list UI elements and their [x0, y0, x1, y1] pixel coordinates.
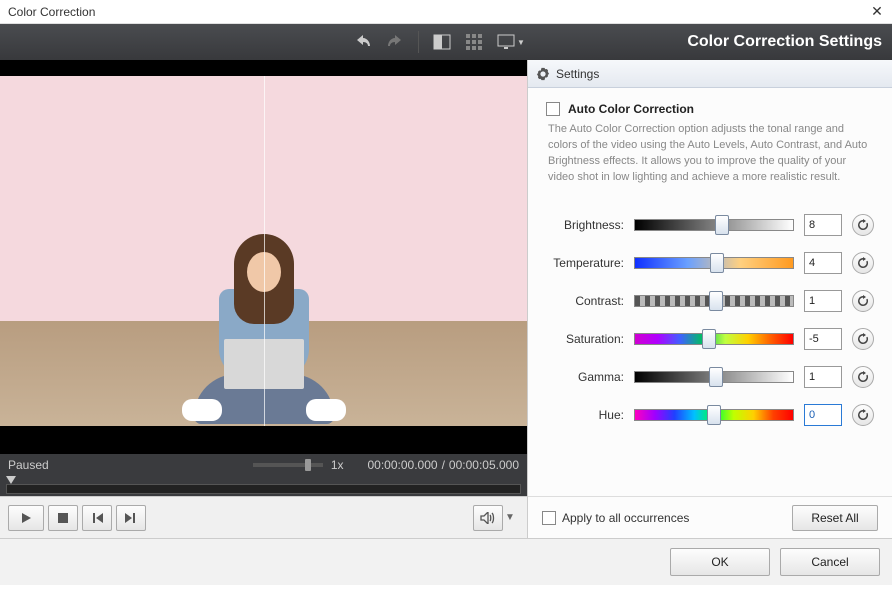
undo-button[interactable] — [350, 29, 376, 55]
gamma-reset-button[interactable] — [852, 366, 874, 388]
window-title: Color Correction — [8, 5, 870, 19]
reset-icon — [857, 371, 869, 383]
apply-all-label: Apply to all occurrences — [562, 511, 689, 525]
speed-value: 1x — [331, 458, 344, 472]
apply-all-checkbox[interactable] — [542, 511, 556, 525]
total-time: 00:00:05.000 — [449, 458, 519, 472]
ok-button[interactable]: OK — [670, 548, 770, 576]
video-frame — [0, 76, 527, 426]
gamma-value[interactable] — [804, 366, 842, 388]
grid-icon — [466, 34, 482, 50]
titlebar: Color Correction ✕ — [0, 0, 892, 24]
close-icon[interactable]: ✕ — [870, 5, 884, 19]
hue-value[interactable] — [804, 404, 842, 426]
prev-icon — [91, 513, 103, 523]
contrast-reset-button[interactable] — [852, 290, 874, 312]
hue-reset-button[interactable] — [852, 404, 874, 426]
saturation-reset-button[interactable] — [852, 328, 874, 350]
hue-slider[interactable] — [634, 409, 794, 421]
slider-row-contrast: Contrast: — [546, 290, 874, 312]
auto-color-checkbox[interactable] — [546, 102, 560, 116]
playback-state: Paused — [8, 458, 49, 472]
grid-button[interactable] — [461, 29, 487, 55]
temperature-label: Temperature: — [546, 256, 624, 270]
next-icon — [125, 513, 137, 523]
play-icon — [20, 512, 32, 524]
redo-icon — [386, 35, 404, 49]
preview-pane: Paused 1x 00:00:00.000 / 00:00:05.000 ▼ — [0, 60, 528, 538]
split-divider[interactable] — [264, 76, 265, 426]
saturation-value[interactable] — [804, 328, 842, 350]
brightness-reset-button[interactable] — [852, 214, 874, 236]
reset-all-button[interactable]: Reset All — [792, 505, 878, 531]
volume-icon — [480, 512, 496, 524]
video-preview[interactable] — [0, 60, 527, 454]
reset-icon — [857, 333, 869, 345]
reset-icon — [857, 295, 869, 307]
chevron-down-icon: ▼ — [517, 38, 525, 47]
monitor-icon — [497, 34, 515, 50]
contrast-label: Contrast: — [546, 294, 624, 308]
temperature-thumb[interactable] — [710, 253, 724, 273]
reset-icon — [857, 219, 869, 231]
timeline[interactable] — [0, 476, 527, 496]
slider-row-gamma: Gamma: — [546, 366, 874, 388]
contrast-value[interactable] — [804, 290, 842, 312]
prev-frame-button[interactable] — [82, 505, 112, 531]
stop-icon — [58, 513, 68, 523]
slider-row-saturation: Saturation: — [546, 328, 874, 350]
auto-color-label: Auto Color Correction — [568, 102, 694, 116]
saturation-slider[interactable] — [634, 333, 794, 345]
time-sep: / — [442, 458, 445, 472]
gamma-slider[interactable] — [634, 371, 794, 383]
panel-title: Color Correction Settings — [687, 33, 882, 51]
split-view-icon — [433, 34, 451, 50]
current-time: 00:00:00.000 — [368, 458, 438, 472]
temperature-value[interactable] — [804, 252, 842, 274]
display-dropdown[interactable]: ▼ — [493, 29, 529, 55]
stop-button[interactable] — [48, 505, 78, 531]
undo-icon — [354, 35, 372, 49]
temperature-slider[interactable] — [634, 257, 794, 269]
settings-header: Settings — [528, 60, 892, 88]
contrast-slider[interactable] — [634, 295, 794, 307]
playback-controls: ▼ — [0, 496, 527, 538]
volume-button[interactable] — [473, 505, 503, 531]
next-frame-button[interactable] — [116, 505, 146, 531]
gear-icon — [536, 67, 550, 81]
brightness-value[interactable] — [804, 214, 842, 236]
slider-row-brightness: Brightness: — [546, 214, 874, 236]
temperature-reset-button[interactable] — [852, 252, 874, 274]
brightness-slider[interactable] — [634, 219, 794, 231]
settings-header-label: Settings — [556, 67, 599, 81]
contrast-thumb[interactable] — [709, 291, 723, 311]
saturation-thumb[interactable] — [702, 329, 716, 349]
split-view-button[interactable] — [429, 29, 455, 55]
hue-label: Hue: — [546, 408, 624, 422]
volume-dropdown[interactable]: ▼ — [505, 512, 519, 523]
slider-row-temperature: Temperature: — [546, 252, 874, 274]
brightness-thumb[interactable] — [715, 215, 729, 235]
speed-slider[interactable] — [253, 463, 323, 467]
reset-icon — [857, 257, 869, 269]
redo-button[interactable] — [382, 29, 408, 55]
saturation-label: Saturation: — [546, 332, 624, 346]
cancel-button[interactable]: Cancel — [780, 548, 880, 576]
gamma-thumb[interactable] — [709, 367, 723, 387]
gamma-label: Gamma: — [546, 370, 624, 384]
playhead-icon[interactable] — [6, 476, 16, 484]
brightness-label: Brightness: — [546, 218, 624, 232]
reset-icon — [857, 409, 869, 421]
settings-pane: Settings Auto Color Correction The Auto … — [528, 60, 892, 538]
toolbar-separator — [418, 31, 419, 53]
toolbar: ▼ Color Correction Settings — [0, 24, 892, 60]
dialog-footer: OK Cancel — [0, 538, 892, 585]
auto-color-description: The Auto Color Correction option adjusts… — [546, 122, 874, 186]
slider-row-hue: Hue: — [546, 404, 874, 426]
status-bar: Paused 1x 00:00:00.000 / 00:00:05.000 — [0, 454, 527, 476]
hue-thumb[interactable] — [707, 405, 721, 425]
play-button[interactable] — [8, 505, 44, 531]
